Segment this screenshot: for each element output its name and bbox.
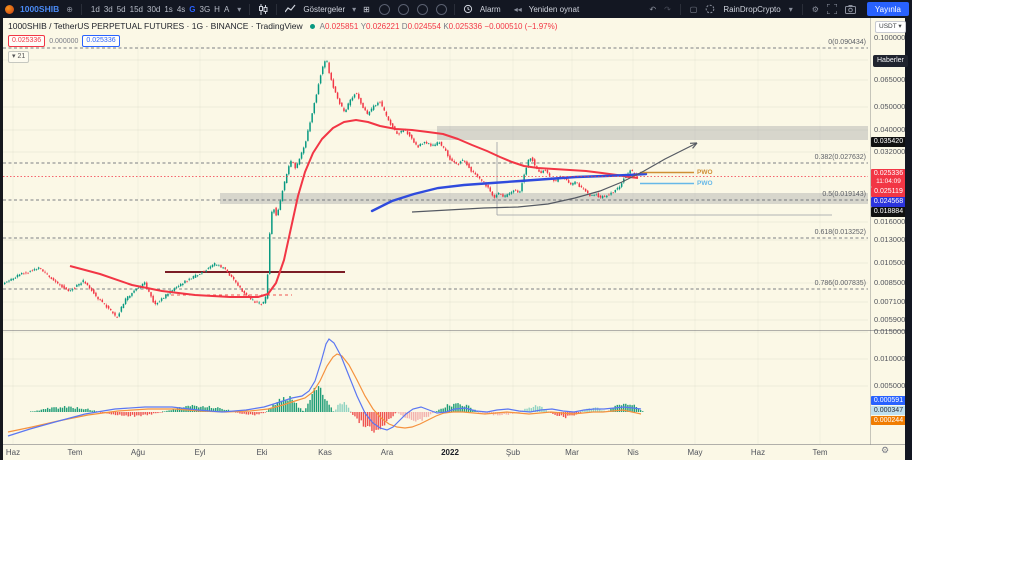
indicators-icon (284, 4, 297, 14)
toolbar-circle-icon-1[interactable] (378, 3, 390, 15)
timeframe-button-a[interactable]: A (222, 5, 231, 14)
currency-label: USDT (879, 23, 897, 30)
toolbar-right-group: ↶ ↷ ▢ RainDropCrypto ▾ ⚙ Yayınla (648, 0, 912, 18)
toolbar-separator (249, 3, 251, 15)
timeframe-button-3g[interactable]: 3G (198, 5, 213, 14)
symbol-search-button[interactable]: 1000SHIB (19, 4, 60, 14)
time-axis-gear-icon[interactable]: ⚙ (881, 445, 889, 455)
study-value-plain: 0.000000 (49, 37, 79, 45)
top-toolbar: 1000SHIB ⊕ 1d 3d 5d 15d 30d 1s 4s G 3G H A ▾ Göste… (0, 0, 912, 18)
compare-add-icon[interactable]: ⊕ (65, 5, 74, 14)
study-value-badge[interactable]: 0.025336 (8, 35, 46, 47)
layout-select-icon[interactable]: ▢ (689, 5, 699, 14)
change-value: −0.000510 (−1.97%) (484, 22, 558, 31)
close-value: 0.025336 (448, 22, 483, 31)
highlight-zones (220, 126, 868, 204)
gridlines (3, 44, 868, 444)
alarm-button[interactable]: Alarm (479, 5, 502, 14)
study-value-badge[interactable]: 0.025336 (82, 35, 120, 47)
undo-icon[interactable]: ↶ (648, 5, 657, 14)
pane-dividers (0, 18, 905, 445)
redo-icon[interactable]: ↷ (663, 5, 672, 14)
toolbar-separator (80, 3, 82, 15)
indicators-button[interactable]: Göstergeler (302, 5, 346, 14)
toolbar-circle-icon-4[interactable] (435, 3, 447, 15)
grid-layout-icon[interactable]: ⊞ (362, 5, 371, 14)
study-values-row: 0.025336 0.000000 0.025336 (8, 35, 120, 47)
toolbar-separator (679, 3, 681, 15)
high-value: 0.026221 (366, 22, 400, 31)
market-open-dot-icon (309, 24, 315, 29)
timeframe-button-1d[interactable]: 1d (89, 5, 102, 14)
candles (4, 60, 638, 319)
timeframe-button-15d[interactable]: 15d (128, 5, 145, 14)
indicator-templates-chevron-icon[interactable]: ▾ (351, 5, 357, 14)
alarm-clock-icon (462, 4, 474, 14)
right-widget-sidebar[interactable] (905, 18, 912, 460)
object-count: 21 (17, 53, 26, 60)
toolbar-left-group: 1000SHIB ⊕ 1d 3d 5d 15d 30d 1s 4s G 3G H A ▾ Göste… (0, 0, 580, 18)
account-status-icon (704, 4, 716, 14)
toolbar-separator (276, 3, 278, 15)
blue-curve-drawing (370, 172, 648, 213)
account-chevron-icon[interactable]: ▾ (788, 5, 794, 14)
timeframe-chevron-icon[interactable]: ▾ (236, 5, 242, 14)
news-tooltip: Haberler (873, 55, 908, 67)
account-menu-button[interactable]: RainDropCrypto (722, 5, 781, 14)
timeframe-button-4s[interactable]: 4s (175, 5, 187, 14)
fullscreen-icon[interactable] (826, 4, 838, 14)
low-value: 0.024554 (407, 22, 441, 31)
object-tree-chip[interactable]: ▾ 21 (8, 51, 30, 63)
fib-retracement-lines (3, 47, 868, 290)
ray-drawings (640, 171, 694, 185)
timeframe-button-h[interactable]: H (212, 5, 222, 14)
collapsed-drawing-toolbar[interactable] (0, 18, 3, 460)
timeframe-button-30d[interactable]: 30d (145, 5, 162, 14)
replay-button[interactable]: Yeniden oynat (528, 5, 580, 14)
symbol-logo-icon (5, 4, 14, 14)
timeframe-button-5d[interactable]: 5d (115, 5, 128, 14)
red-moving-average (69, 119, 639, 298)
toolbar-circle-icon-3[interactable] (416, 3, 428, 15)
currency-unit-button[interactable]: USDT ▾ (875, 21, 906, 33)
replay-icon: ◂◂ (513, 4, 522, 14)
toolbar-separator (801, 3, 803, 15)
toolbar-circle-icon-2[interactable] (397, 3, 409, 15)
candle-style-icon[interactable] (257, 3, 269, 15)
screenshot-camera-icon[interactable] (844, 4, 857, 14)
settings-gear-icon[interactable]: ⚙ (811, 5, 820, 14)
timeframe-buttons: 1d 3d 5d 15d 30d 1s 4s G 3G H A (89, 5, 231, 14)
chart-canvas[interactable] (0, 0, 912, 460)
timeframe-button-1s[interactable]: 1s (162, 5, 174, 14)
publish-button[interactable]: Yayınla (866, 2, 909, 16)
timeframe-button-g[interactable]: G (187, 5, 197, 14)
open-value: 0.025851 (324, 22, 359, 31)
timeframe-button-3d[interactable]: 3d (102, 5, 115, 14)
symbol-legend[interactable]: 1000SHIB / TetherUS PERPETUAL FUTURES · … (8, 21, 557, 31)
tradingview-window: 0(0.090434) 0.382(0.027632) 0.5(0.019143) 0… (0, 0, 1024, 576)
toolbar-separator (453, 3, 455, 15)
symbol-title: 1000SHIB / TetherUS PERPETUAL FUTURES · … (8, 21, 303, 31)
